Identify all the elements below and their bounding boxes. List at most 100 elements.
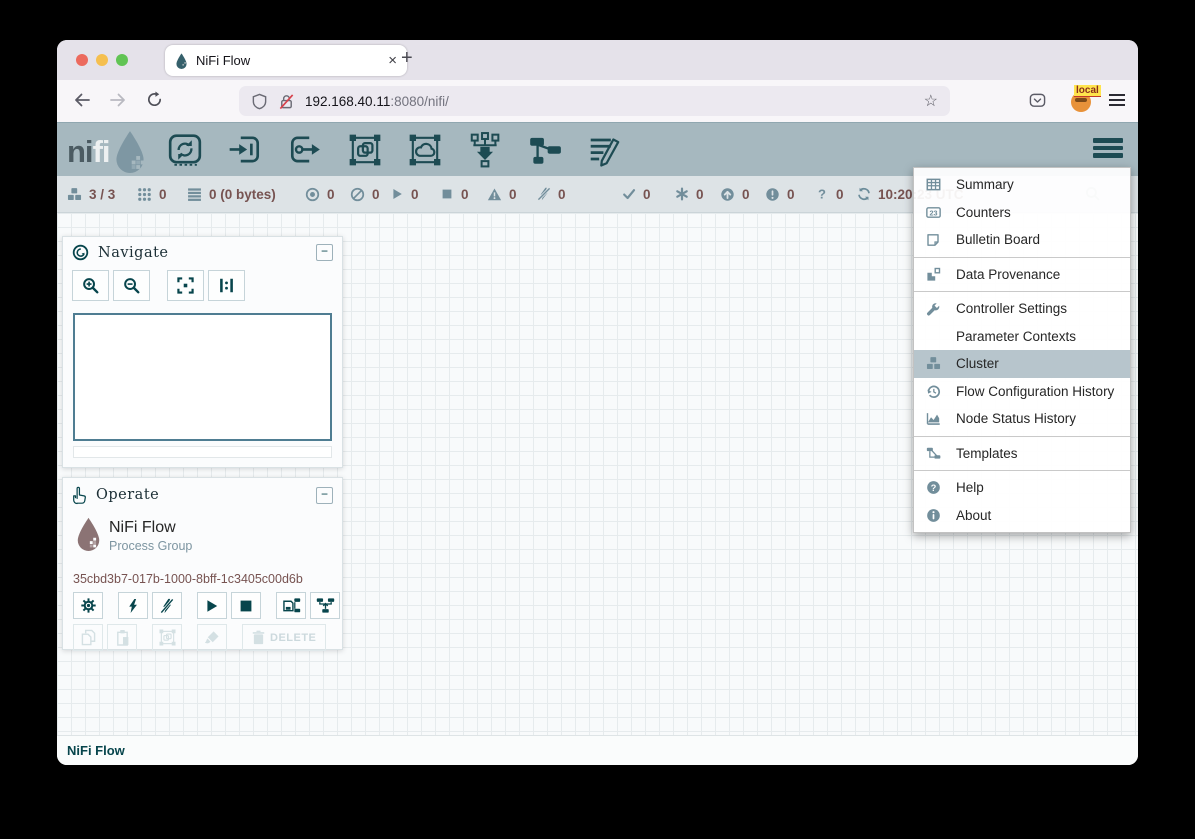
- menu-item-about[interactable]: About: [914, 502, 1130, 530]
- active-threads-count: 0: [159, 187, 167, 202]
- process-group-drop-icon: [75, 517, 102, 551]
- upload-template-button[interactable]: [310, 592, 340, 619]
- menu-item-label: Bulletin Board: [956, 232, 1040, 247]
- url-bar[interactable]: 192.168.40.11:8080/nifi/ ☆: [239, 86, 950, 116]
- node-status-history-icon: [923, 411, 943, 426]
- template-component-icon[interactable]: [527, 132, 563, 168]
- status-active-threads: 0: [137, 176, 167, 212]
- new-tab-button[interactable]: +: [401, 47, 413, 70]
- back-icon[interactable]: [73, 91, 91, 109]
- active-threads-icon: [137, 187, 152, 202]
- delete-icon: [252, 630, 265, 645]
- reload-icon[interactable]: [146, 91, 163, 108]
- funnel-component-icon[interactable]: [467, 132, 503, 168]
- pocket-icon[interactable]: [1029, 92, 1046, 109]
- selected-flow-name: NiFi Flow: [109, 519, 176, 537]
- global-menu-button[interactable]: [1093, 138, 1123, 161]
- forward-icon[interactable]: [109, 91, 127, 109]
- flow-configuration-history-icon: [923, 384, 943, 399]
- create-template-button[interactable]: [276, 592, 306, 619]
- paste-icon: [115, 629, 130, 646]
- window-zoom-button[interactable]: [116, 54, 128, 66]
- delete-button: DELETE: [242, 624, 326, 651]
- disable-icon: [160, 598, 174, 614]
- navigate-collapse-button[interactable]: −: [316, 244, 333, 261]
- menu-item-data-provenance[interactable]: Data Provenance: [914, 261, 1130, 289]
- breadcrumb-bar: NiFi Flow: [57, 735, 1138, 765]
- birdseye-minimap[interactable]: [73, 313, 332, 441]
- bookmark-star-icon[interactable]: ☆: [924, 91, 938, 111]
- label-component-icon[interactable]: [587, 132, 623, 168]
- refresh-icon[interactable]: [857, 187, 871, 201]
- zoom-in-button[interactable]: [72, 270, 109, 301]
- menu-item-label: Summary: [956, 177, 1014, 192]
- status-stale: 0: [720, 176, 750, 212]
- enable-button[interactable]: [118, 592, 148, 619]
- nifi-logo: nifi: [67, 130, 148, 173]
- firefox-menu-icon[interactable]: [1109, 94, 1125, 110]
- global-menu: Summary 23 Counters Bulletin Board Data Prov…: [913, 167, 1131, 533]
- transmitting-icon: [305, 187, 320, 202]
- start-icon: [205, 599, 219, 613]
- zoom-out-button[interactable]: [113, 270, 150, 301]
- status-locally-modified-and-stale: 0: [765, 176, 795, 212]
- menu-divider: [914, 257, 1130, 258]
- menu-item-flow-configuration-history[interactable]: Flow Configuration History: [914, 378, 1130, 406]
- summary-icon: [923, 177, 943, 192]
- operate-collapse-button[interactable]: −: [316, 487, 333, 504]
- logo-text-fi: fi: [93, 134, 110, 170]
- menu-divider: [914, 470, 1130, 471]
- zoom-actual-size-icon: [218, 277, 235, 294]
- process-group-component-icon[interactable]: [347, 132, 383, 168]
- menu-item-controller-settings[interactable]: Controller Settings: [914, 295, 1130, 323]
- shield-icon[interactable]: [251, 93, 268, 110]
- menu-item-counters[interactable]: 23 Counters: [914, 199, 1130, 227]
- window-close-button[interactable]: [76, 54, 88, 66]
- change-color-button: [197, 624, 227, 651]
- selected-flow-type: Process Group: [109, 539, 192, 553]
- transmitting-count: 0: [327, 187, 335, 202]
- profile-avatar[interactable]: local: [1069, 87, 1099, 115]
- menu-item-templates[interactable]: Templates: [914, 440, 1130, 468]
- status-sync-failure: ?0: [815, 176, 844, 212]
- disable-button[interactable]: [152, 592, 182, 619]
- start-button[interactable]: [197, 592, 227, 619]
- menu-item-label: Flow Configuration History: [956, 384, 1114, 399]
- operate-panel: Operate − NiFi Flow Process Group 35cbd3…: [62, 477, 343, 650]
- invalid-count: 0: [509, 187, 517, 202]
- menu-item-cluster[interactable]: Cluster: [914, 350, 1130, 378]
- minimap-scrollbar[interactable]: [73, 446, 332, 458]
- input-port-component-icon[interactable]: [227, 132, 263, 168]
- zoom-fit-button[interactable]: [167, 270, 204, 301]
- not-transmitting-icon: [350, 187, 365, 202]
- templates-icon: [923, 446, 943, 461]
- menu-item-help[interactable]: ?Help: [914, 474, 1130, 502]
- group-icon: [159, 629, 176, 646]
- menu-item-bulletin-board[interactable]: Bulletin Board: [914, 226, 1130, 254]
- tab-title: NiFi Flow: [196, 53, 388, 68]
- menu-item-label: Counters: [956, 205, 1011, 220]
- stop-button[interactable]: [231, 592, 261, 619]
- menu-item-label: Data Provenance: [956, 267, 1060, 282]
- sync-failure-count: 0: [836, 187, 844, 202]
- up-to-date-count: 0: [643, 187, 651, 202]
- bulletin-board-icon: [923, 233, 943, 247]
- processor-component-icon[interactable]: [167, 132, 203, 168]
- menu-item-node-status-history[interactable]: Node Status History: [914, 405, 1130, 433]
- insecure-lock-icon[interactable]: [278, 93, 295, 110]
- group-button: [152, 624, 182, 651]
- browser-tab[interactable]: NiFi Flow ×: [165, 45, 407, 76]
- output-port-component-icon[interactable]: [287, 132, 323, 168]
- menu-item-summary[interactable]: Summary: [914, 171, 1130, 199]
- configuration-button[interactable]: [73, 592, 103, 619]
- remote-process-group-component-icon[interactable]: [407, 132, 443, 168]
- locally-modified-and-stale-count: 0: [787, 187, 795, 202]
- menu-divider: [914, 436, 1130, 437]
- menu-item-parameter-contexts[interactable]: Parameter Contexts: [914, 323, 1130, 351]
- tab-close-icon[interactable]: ×: [388, 52, 397, 69]
- breadcrumb[interactable]: NiFi Flow: [67, 743, 125, 758]
- window-minimize-button[interactable]: [96, 54, 108, 66]
- zoom-actual-size-button[interactable]: [208, 270, 245, 301]
- svg-text:23: 23: [929, 208, 937, 217]
- stopped-icon: [440, 187, 454, 201]
